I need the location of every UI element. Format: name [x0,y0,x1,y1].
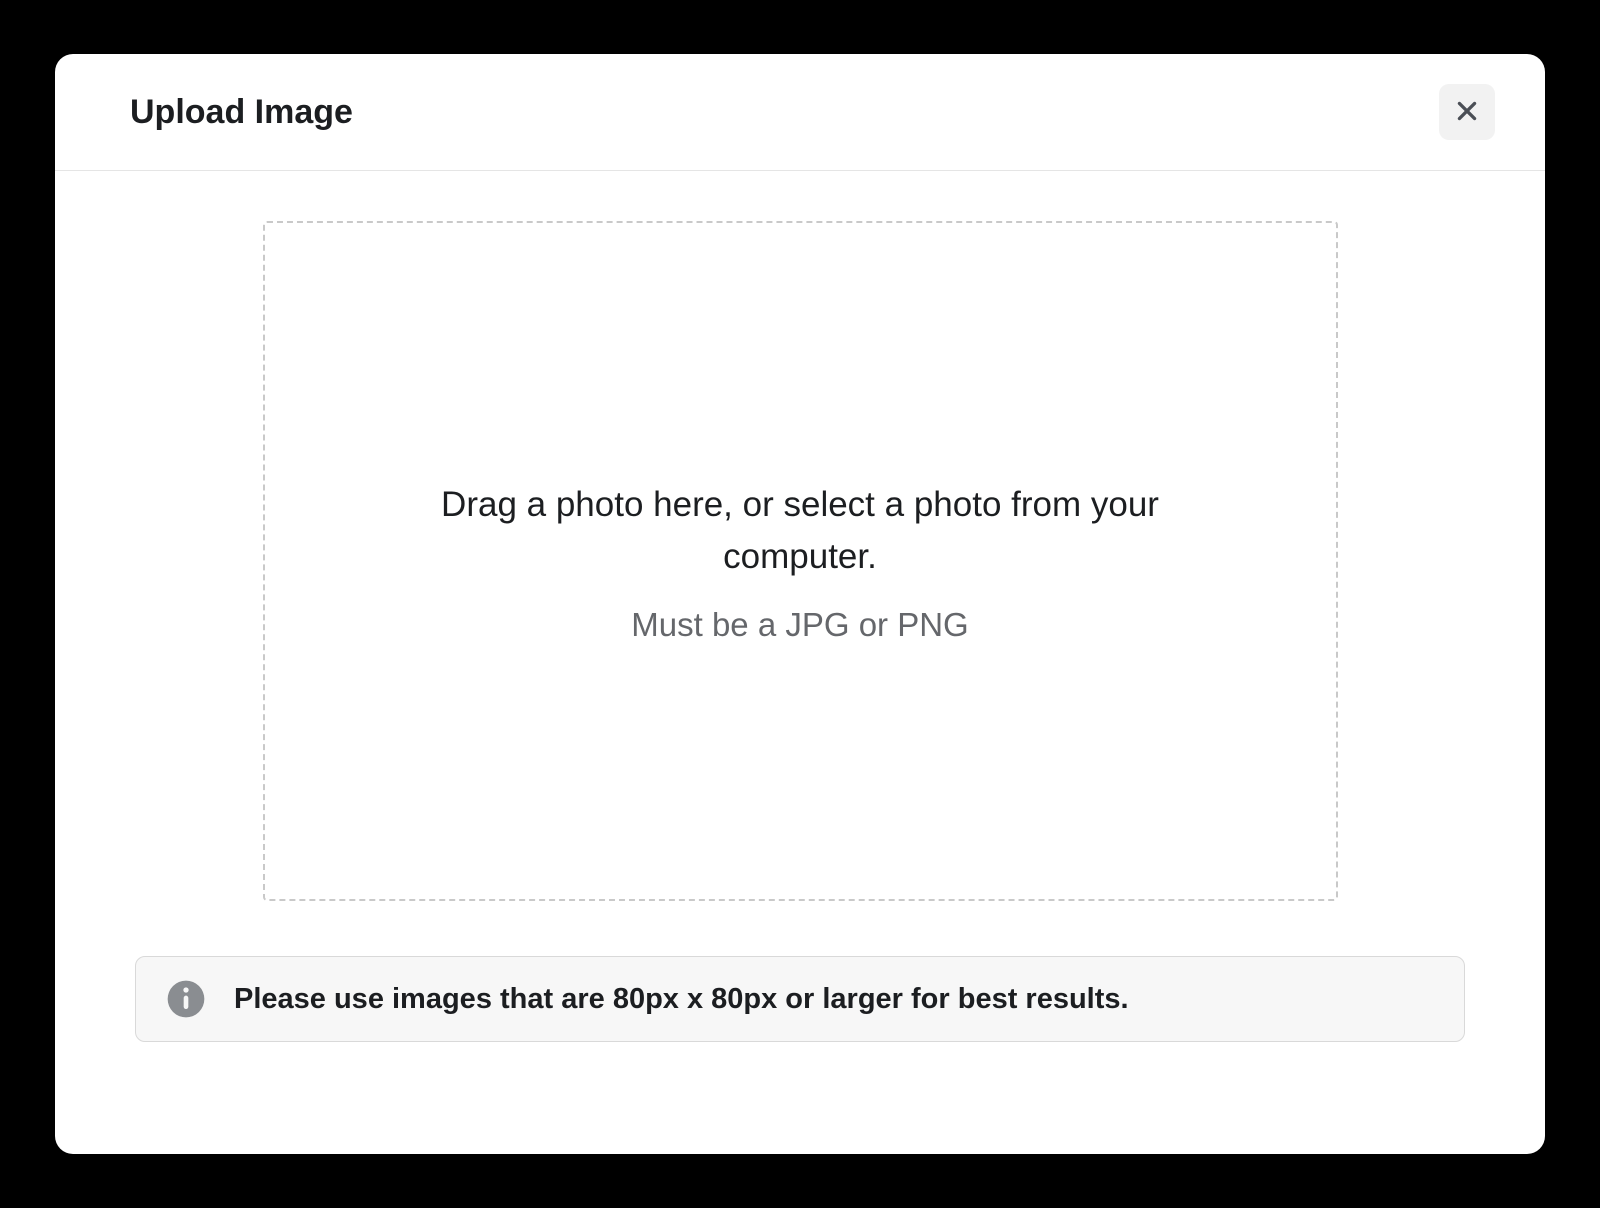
info-banner-text: Please use images that are 80px x 80px o… [234,983,1129,1016]
info-icon [166,979,206,1019]
dropzone-primary-text: Drag a photo here, or select a photo fro… [390,479,1210,584]
modal-header: Upload Image [55,54,1545,171]
info-banner: Please use images that are 80px x 80px o… [135,956,1465,1042]
close-icon [1454,98,1480,127]
dropzone-secondary-text: Must be a JPG or PNG [631,606,968,644]
file-dropzone[interactable]: Drag a photo here, or select a photo fro… [263,221,1338,901]
close-button[interactable] [1439,84,1495,140]
upload-image-modal: Upload Image Drag a photo here, or selec… [55,54,1545,1154]
modal-title: Upload Image [130,93,353,132]
modal-body: Drag a photo here, or select a photo fro… [55,171,1545,1154]
